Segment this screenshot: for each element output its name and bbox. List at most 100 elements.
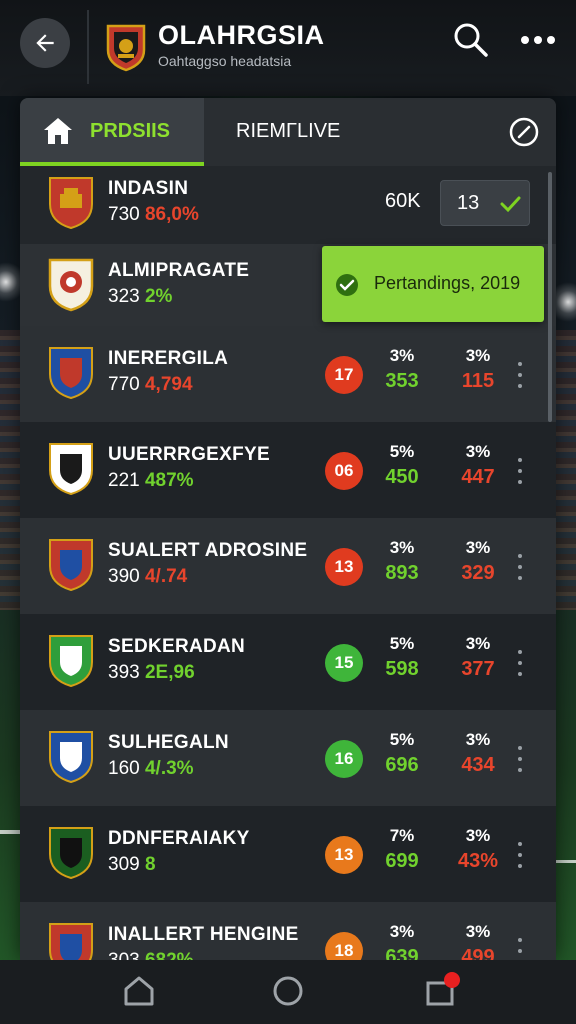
search-icon — [454, 23, 488, 57]
team-stats: 303 682% — [108, 950, 194, 960]
home-icon — [44, 118, 72, 144]
more-options-button[interactable] — [516, 26, 560, 54]
table-row[interactable]: SEDKERADAN 393 2E,96 15 5% 598 3% 377 — [20, 614, 556, 710]
rank-badge: 13 — [325, 548, 363, 586]
team-change-value: 2% — [144, 286, 173, 307]
kebab-dot — [518, 938, 522, 942]
stat-percent-a: 3% — [389, 538, 415, 557]
kebab-dot — [518, 842, 522, 846]
team-crest-icon — [49, 539, 93, 592]
stat-value-b: 115 — [461, 370, 495, 392]
rank-badge: 18 — [325, 932, 363, 960]
stat-percent-a: 7% — [389, 826, 415, 845]
back-button[interactable] — [20, 18, 70, 68]
team-stat-value: 390 — [108, 566, 140, 587]
stat-percent-a: 3% — [389, 346, 415, 365]
stat-value-a: 450 — [385, 466, 419, 488]
team-stat-value: 221 — [108, 470, 140, 491]
row-menu-button[interactable] — [514, 458, 526, 484]
more-horizontal-icon — [521, 36, 529, 44]
more-dot — [547, 36, 555, 44]
kebab-dot — [518, 362, 522, 366]
kebab-dot — [518, 384, 522, 388]
row-menu-button[interactable] — [514, 650, 526, 676]
team-stat-value: 770 — [108, 374, 140, 395]
team-change-value: 4,794 — [144, 374, 193, 395]
pitch-line-left — [0, 830, 20, 834]
rank-badge: 17 — [325, 356, 363, 394]
kebab-dot — [518, 661, 522, 665]
stat-percent-b: 3% — [465, 922, 491, 941]
arrow-left-icon — [36, 34, 54, 52]
kebab-dot — [518, 565, 522, 569]
team-stat-value: 160 — [108, 758, 140, 779]
app-subtitle: Oahtaggso headatsia — [158, 53, 292, 69]
scrollbar[interactable] — [548, 172, 552, 422]
toast-text: Pertandings, 2019 — [374, 273, 521, 293]
team-change-value: 86,0% — [144, 204, 199, 225]
table-row[interactable]: SULHEGALN 160 4/.3% 16 5% 696 3% 434 — [20, 710, 556, 806]
team-name: INALLERT HENGINE — [108, 924, 299, 945]
stat-value-a: 699 — [385, 850, 419, 872]
team-crest-icon — [49, 443, 93, 496]
crowd-right — [556, 330, 576, 610]
table-row[interactable]: UUERRRGEXFYE 221 487% 06 5% 450 3% 447 — [20, 422, 556, 518]
tab-live[interactable]: RIEMΓLIVE — [236, 120, 340, 143]
row-menu-button[interactable] — [514, 842, 526, 868]
stat-percent-a: 5% — [389, 442, 415, 461]
circle-home-icon[interactable] — [272, 975, 304, 1007]
home-outline-icon[interactable] — [122, 974, 156, 1008]
team-stats: 309 8 — [108, 854, 156, 876]
selection-box[interactable]: 13 — [440, 180, 530, 226]
team-change-value: 4/.3% — [144, 758, 194, 779]
kebab-dot — [518, 458, 522, 462]
stat-percent-b: 3% — [465, 442, 491, 461]
row-menu-button[interactable] — [514, 938, 526, 960]
team-crest-icon — [49, 731, 93, 784]
stat-value-b: 377 — [461, 658, 495, 680]
row-menu-button[interactable] — [514, 554, 526, 580]
team-change-value: 2E,96 — [144, 662, 195, 683]
kebab-dot — [518, 672, 522, 676]
row-menu-button[interactable] — [514, 746, 526, 772]
row-menu-button[interactable] — [514, 362, 526, 388]
team-stats: 730 86,0% — [108, 204, 199, 226]
rank-badge: 16 — [325, 740, 363, 778]
rank-badge: 06 — [325, 452, 363, 490]
kebab-dot — [518, 650, 522, 654]
list-item[interactable]: INDASIN 730 86,0% 60K 13 — [20, 166, 556, 244]
stat-value-b: 499 — [461, 946, 495, 960]
team-crest-icon — [49, 827, 93, 880]
table-row[interactable]: INERERGILA 770 4,794 17 3% 353 3% 115 — [20, 326, 556, 422]
kebab-dot — [518, 746, 522, 750]
system-nav-bar — [0, 960, 576, 1024]
stat-percent-b: 3% — [465, 346, 491, 365]
team-stat-value: 393 — [108, 662, 140, 683]
team-stat-value: 730 — [108, 204, 140, 225]
notification-toast[interactable]: Pertandings, 2019 — [322, 246, 544, 322]
kebab-dot — [518, 768, 522, 772]
rank-badge: 15 — [325, 644, 363, 682]
search-button[interactable] — [451, 20, 491, 60]
kebab-dot — [518, 576, 522, 580]
team-crest-icon — [49, 177, 93, 230]
stat-percent-b: 3% — [465, 826, 491, 845]
app-header: OLAHRGSIA Oahtaggso headatsia — [0, 0, 576, 96]
team-name: SULHEGALN — [108, 732, 229, 753]
team-stats: 323 2% — [108, 286, 172, 308]
rank-badge: 13 — [325, 836, 363, 874]
table-row[interactable]: INALLERT HENGINE 303 682% 18 3% 639 3% 499 — [20, 902, 556, 960]
stat-value-a: 598 — [385, 658, 419, 680]
table-row[interactable]: SUALERT ADROSINE 390 4/.74 13 3% 893 3% 329 — [20, 518, 556, 614]
table-row[interactable]: DDNFERAIAKY 309 8 13 7% 699 3% 43% — [20, 806, 556, 902]
kebab-dot — [518, 949, 522, 953]
tab-home-label: PRDSIIS — [90, 120, 171, 142]
compass-icon[interactable] — [508, 116, 540, 148]
standings-panel: PRDSIIS RIEMΓLIVE INDASIN 730 86,0% 60K … — [20, 98, 556, 960]
team-stat-value: 323 — [108, 286, 140, 307]
team-stat-value: 309 — [108, 854, 140, 875]
tab-home[interactable]: PRDSIIS — [20, 98, 204, 166]
app-title: OLAHRGSIA — [158, 20, 325, 50]
stat-value-b: 447 — [461, 466, 495, 488]
team-name: DDNFERAIAKY — [108, 828, 250, 849]
